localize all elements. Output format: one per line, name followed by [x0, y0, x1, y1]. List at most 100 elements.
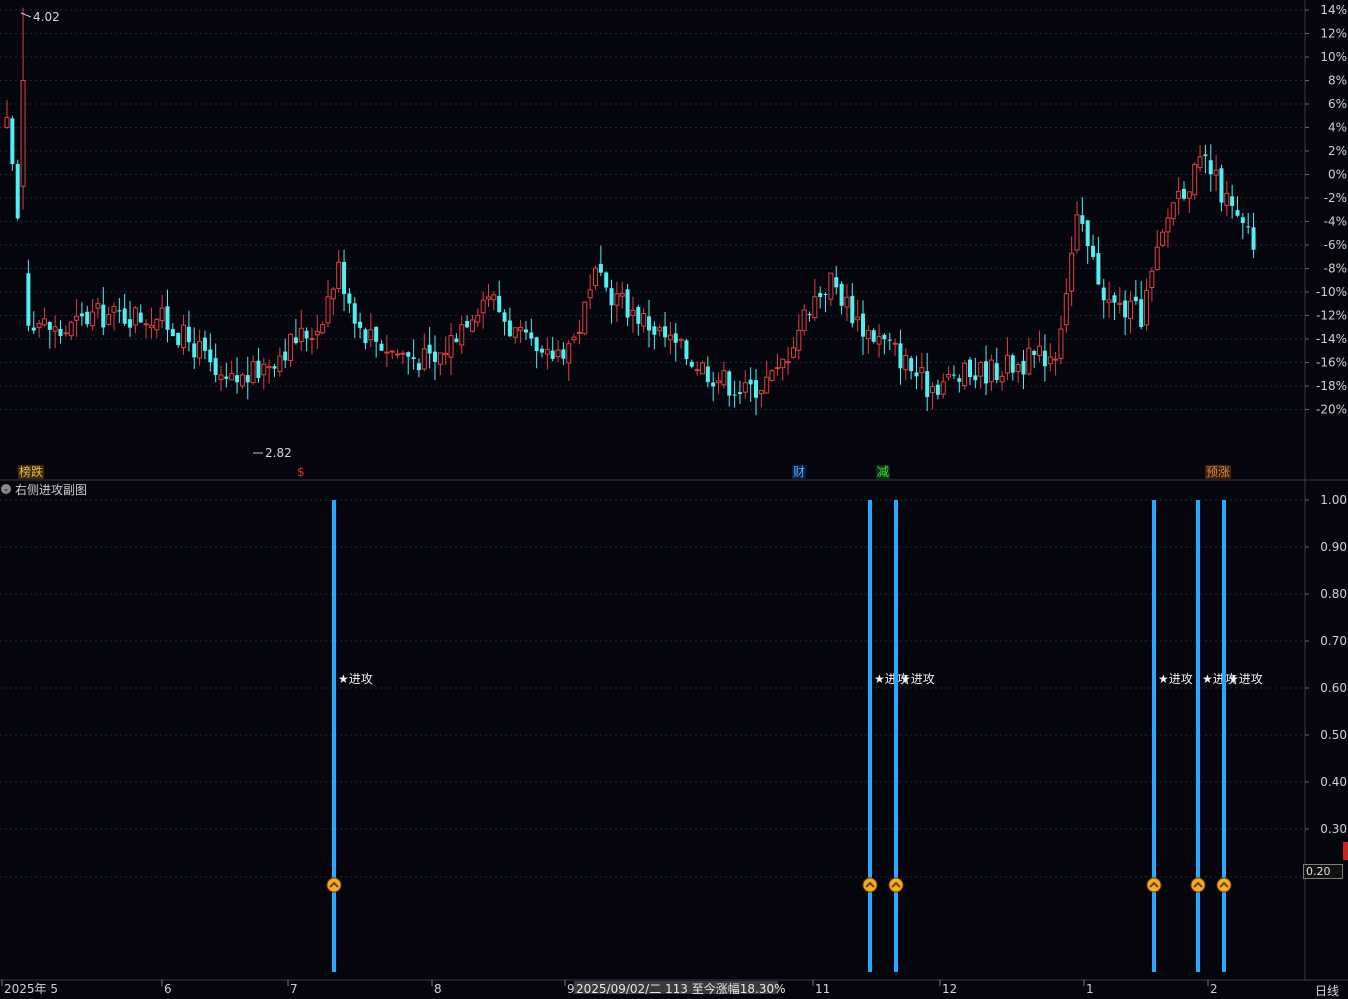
time-label: 9	[567, 982, 575, 994]
candle-body	[314, 331, 320, 336]
candle-body	[818, 293, 823, 298]
candle-body	[218, 374, 224, 380]
candle-body	[406, 352, 411, 357]
candle-body	[1213, 169, 1219, 176]
candle-body	[1160, 231, 1166, 246]
candle-body	[1058, 328, 1064, 360]
candle-body	[566, 343, 572, 364]
time-label: 7	[290, 982, 298, 994]
candle-body	[1117, 302, 1123, 305]
sub-chart-title: 右侧进攻副图	[15, 482, 88, 497]
candle-body	[1063, 293, 1069, 326]
candle-body	[667, 334, 673, 341]
sub-y-label: 0.40	[1320, 775, 1347, 789]
candle-body	[85, 311, 90, 325]
candle-body	[239, 374, 245, 387]
candle-body	[844, 296, 850, 308]
candle-body	[769, 370, 775, 381]
candle-body	[368, 329, 374, 341]
candle-body	[903, 354, 909, 371]
candle-body	[898, 343, 903, 369]
attack-arrow-icon	[1146, 877, 1162, 893]
candle-body	[229, 372, 235, 381]
candle-body	[427, 344, 432, 354]
candle-body	[58, 328, 63, 337]
candle-body	[41, 318, 47, 326]
candle-body	[1101, 287, 1106, 301]
candle-body	[582, 301, 588, 335]
candle-body	[1186, 191, 1192, 199]
attack-arrow-icon	[862, 877, 878, 893]
collapse-icon[interactable]: ⌄	[1, 484, 11, 494]
sub-y-label: 0.80	[1320, 587, 1347, 601]
candle-body	[1128, 300, 1133, 319]
candle-body	[1170, 202, 1176, 220]
candle-body	[1154, 246, 1160, 270]
candle-body	[1235, 210, 1240, 216]
candle-body	[10, 118, 15, 165]
candle-body	[330, 288, 336, 300]
period-label[interactable]: 日线	[1315, 982, 1339, 999]
attack-arrow-icon	[326, 877, 342, 893]
candle-body	[892, 342, 898, 345]
side-tab[interactable]	[1343, 842, 1348, 860]
candle-body	[486, 296, 491, 300]
candle-body	[742, 382, 748, 393]
candle-body	[940, 381, 946, 395]
candle-body	[727, 371, 732, 396]
candle-body	[657, 327, 663, 332]
candle-body	[812, 296, 818, 319]
event-marker[interactable]: $	[297, 465, 305, 479]
candle-body	[132, 307, 138, 326]
candle-body	[855, 316, 861, 321]
candle-body	[694, 369, 700, 372]
candle-body	[780, 358, 786, 369]
candle-body	[619, 293, 625, 297]
attack-arrow-icon	[1216, 877, 1232, 893]
candle-body	[448, 335, 454, 358]
main-y-label: -2%	[1324, 191, 1347, 205]
candle-body	[192, 343, 197, 358]
candle-body	[1197, 156, 1203, 169]
candle-body	[26, 273, 31, 326]
candle-body	[790, 347, 796, 358]
candle-body	[604, 272, 609, 288]
candle-body	[475, 314, 481, 323]
sub-chart-header[interactable]: ⌄ 右侧进攻副图	[0, 481, 87, 497]
high-label: 4.02	[33, 10, 60, 24]
candle-body	[523, 329, 528, 333]
candle-body	[705, 366, 710, 383]
candle-body	[36, 322, 42, 328]
candle-body	[823, 293, 828, 295]
event-marker[interactable]: 财	[793, 465, 805, 479]
candle-body	[636, 307, 641, 324]
candle-body	[930, 386, 936, 394]
candle-body	[630, 309, 636, 317]
event-marker[interactable]: 榜跌	[19, 464, 43, 479]
event-marker[interactable]: 减	[877, 465, 889, 479]
candle-body	[1021, 360, 1026, 375]
candle-body	[256, 360, 261, 379]
candle-body	[159, 307, 165, 322]
candle-body	[325, 296, 331, 324]
candle-body	[469, 319, 475, 332]
main-y-label: -4%	[1324, 215, 1347, 229]
candle-body	[101, 304, 106, 328]
candle-body	[1144, 290, 1150, 326]
candle-body	[154, 318, 160, 331]
candlestick-chart[interactable]: 14% 12% 10% 8% 6% 4% 2% 0% -2% -4% -6% -8% -10% -12% -…	[0, 0, 1348, 994]
candle-body	[79, 313, 84, 317]
candle-body	[298, 327, 304, 342]
low-label: 2.82	[265, 446, 292, 460]
candle-body	[534, 337, 539, 352]
attack-arrow-icon	[862, 877, 878, 893]
candle-body	[363, 329, 368, 344]
candle-body	[400, 352, 406, 355]
candle-body	[1074, 214, 1080, 251]
event-marker[interactable]: 预涨	[1206, 464, 1230, 479]
time-label: 2	[1210, 982, 1218, 994]
candle-body	[379, 343, 384, 351]
candle-body	[507, 320, 512, 337]
candle-body	[1047, 356, 1053, 365]
candle-body	[1096, 253, 1101, 285]
